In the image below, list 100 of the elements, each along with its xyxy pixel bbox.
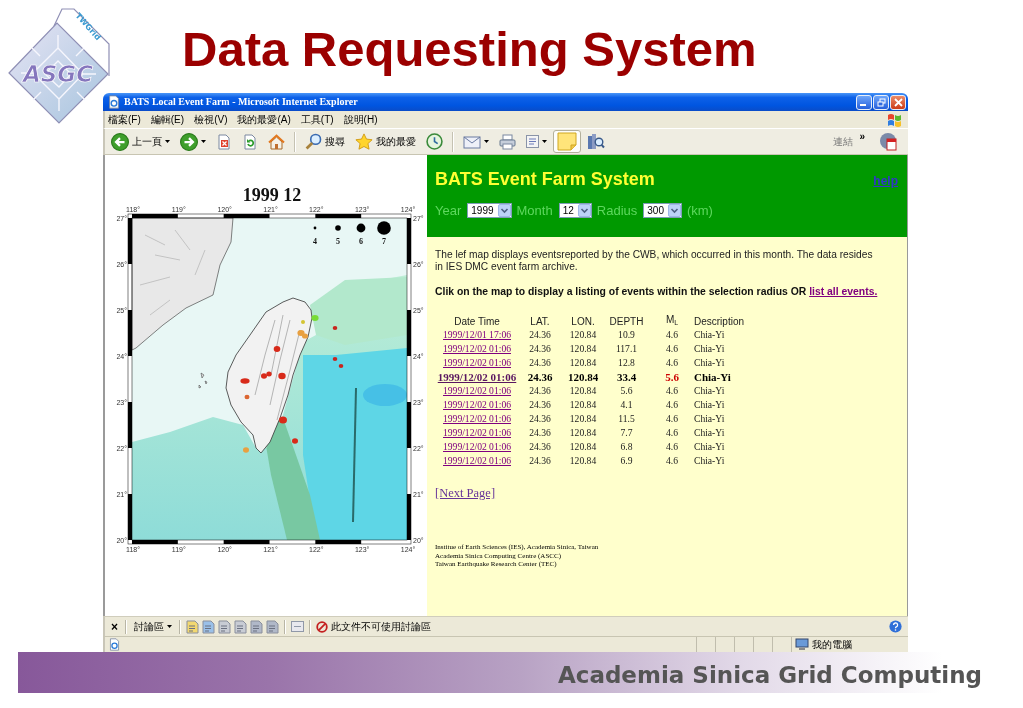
caret-icon [167,625,172,628]
filter-label: Month [516,203,553,218]
earthquake-marker-icon [244,394,250,400]
next-page-link[interactable]: [Next Page] [435,486,496,501]
event-link[interactable]: 1999/12/02 01:06 [443,357,511,369]
menu-item[interactable]: 我的最愛(A) [232,112,296,127]
help-icon[interactable] [889,620,902,633]
restore-button[interactable] [873,94,889,110]
table-cell: 120.84 [569,455,597,467]
close-icon [893,97,903,107]
table-cell: 24.36 [529,441,551,453]
panel-icon[interactable] [291,620,304,633]
back-button[interactable]: 上一頁 [107,130,174,153]
table-cell: Chia-Yi [694,329,725,341]
earthquake-marker-icon [292,438,298,444]
discussions-button[interactable]: 討論區 [132,619,174,634]
favorites-button[interactable]: 我的最愛 [351,130,420,153]
legend-label: 4 [313,237,317,246]
table-cell: 120.84 [567,371,599,383]
event-link[interactable]: 1999/12/02 01:06 [443,455,511,467]
legend-label: 7 [382,237,386,246]
table-cell: 33.4 [616,371,637,383]
event-link[interactable]: 1999/12/02 01:06 [443,399,511,411]
column-header: Date Time [454,315,500,328]
table-cell: 5.6 [665,371,679,383]
window-title: BATS Local Event Farm - Microsoft Internet Explorer [124,96,359,108]
document-icon[interactable] [250,619,263,634]
table-cell: 4.6 [666,329,678,341]
earthquake-marker-icon [240,378,250,384]
table-cell: Chia-Yi [694,427,725,439]
table-cell: 24.36 [527,371,553,383]
table-cell: Chia-Yi [694,385,725,397]
menu-item[interactable]: 工具(T) [295,112,339,127]
column-header: LON. [571,315,595,328]
table-cell: 4.6 [666,413,678,425]
document-icon[interactable] [202,619,215,634]
page-cross-icon [216,133,232,150]
menu-item[interactable]: 說明(H) [338,112,383,127]
dropdown-icon [577,204,591,217]
earthquake-marker-icon [301,320,305,324]
menu-item[interactable]: 檢視(V) [189,112,233,127]
table-cell: Chia-Yi [694,371,731,383]
books-magnifier-icon [587,133,605,150]
earthquake-marker-icon [311,315,319,321]
filter-select[interactable]: 300 [643,203,682,218]
close-button[interactable]: × [109,619,120,634]
table-cell: 24.36 [529,413,551,425]
minimize-button[interactable] [856,94,872,110]
dropdown-icon [497,204,511,217]
document-icon[interactable] [266,619,279,634]
event-link[interactable]: 1999/12/02 01:06 [443,441,511,453]
table-cell: 117.1 [615,343,638,355]
event-link[interactable]: 1999/12/02 01:06 [443,343,511,355]
intro-text: The lef map displays eventsreported by the CWB, which occurred in this month. The data resides in IES DMC event farm archive. [435,249,874,273]
logo-text: ASGC [22,61,94,87]
table-cell: 10.9 [618,329,635,341]
table-cell: 4.1 [620,399,633,411]
table-cell: 4.6 [666,441,678,453]
earthquake-marker-icon [278,372,286,380]
page-title: BATS Event Farm System [435,169,655,189]
column-header: LAT. [530,315,550,328]
search-button[interactable]: 搜尋 [301,130,349,153]
footer-text: Academia Sinica Grid Computing [557,661,982,689]
island-icon [198,372,208,389]
document-icon[interactable] [186,619,199,634]
event-link[interactable]: 1999/12/02 01:06 [443,413,511,425]
page-circle-icon [879,132,898,151]
table-cell: 12.8 [618,357,635,369]
map-title: 1999 12 [242,185,302,205]
table-cell: 120.84 [569,343,597,355]
table-cell: 120.84 [569,385,597,397]
event-link[interactable]: 1999/12/02 01:06 [443,385,511,397]
table-cell: Chia-Yi [694,399,725,411]
earthquake-marker-icon [273,346,281,352]
document-icon[interactable] [218,619,231,634]
table-cell: 24.36 [529,385,551,397]
event-link[interactable]: 1999/12/01 17:06 [443,329,511,341]
list-all-events-link[interactable]: list all events. [809,286,878,297]
event-link[interactable]: 1999/12/02 01:06 [443,427,511,439]
document-icon[interactable] [234,619,247,634]
legend-marker-icon [377,221,391,235]
column-header: M$_{L}$ [665,314,679,329]
earthquake-marker-icon [243,447,249,453]
note-icon [557,132,577,151]
filter-select[interactable]: 12 [558,203,592,218]
computer-icon [795,638,809,651]
table-cell: 120.84 [569,399,597,411]
legend-marker-icon [356,223,366,233]
menu-item[interactable]: 編輯(E) [145,112,190,127]
close-button[interactable] [890,94,906,110]
filter-select[interactable]: 1999 [467,203,512,218]
legend-marker-icon [335,225,341,231]
links-button[interactable]: 連結 [833,134,854,149]
more-button[interactable]: » [859,131,865,142]
legend-marker-icon [313,226,317,230]
event-link[interactable]: 1999/12/02 01:06 [437,371,517,383]
unit-label: (km) [686,203,713,218]
menu-item[interactable]: 檔案(F) [105,112,146,127]
table-cell: 24.36 [529,357,551,369]
refresh-icon [242,133,258,150]
